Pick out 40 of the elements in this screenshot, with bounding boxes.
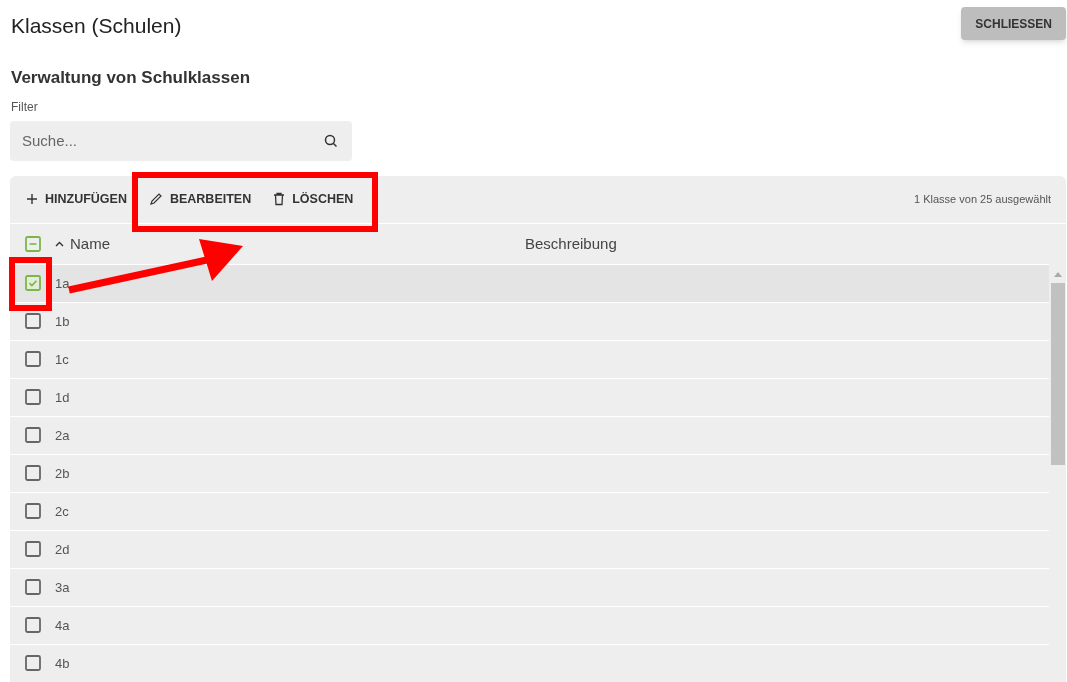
class-name: 1b xyxy=(55,312,70,331)
checkbox[interactable] xyxy=(25,275,41,292)
class-name: 1d xyxy=(55,388,70,407)
checkbox[interactable] xyxy=(25,313,41,330)
checkbox[interactable] xyxy=(25,655,41,672)
pencil-icon xyxy=(148,192,163,207)
highlight-frame xyxy=(9,257,52,311)
toolbar-button[interactable]: BEARBEITEN xyxy=(148,189,252,209)
toolbar-button[interactable]: LÖSCHEN xyxy=(273,189,354,209)
checkbox[interactable] xyxy=(25,465,41,482)
column-header[interactable]: Name xyxy=(70,232,110,255)
search-icon xyxy=(324,133,338,148)
checkbox[interactable] xyxy=(25,351,41,368)
checkbox[interactable] xyxy=(25,389,41,406)
class-name: 2b xyxy=(55,464,70,483)
checkbox[interactable] xyxy=(25,235,41,252)
checkbox[interactable] xyxy=(25,541,41,558)
checkbox[interactable] xyxy=(25,579,41,596)
column-header[interactable]: Beschreibung xyxy=(525,232,617,255)
class-name: 1c xyxy=(55,350,69,369)
class-name: 2a xyxy=(55,426,70,445)
class-name: 2c xyxy=(55,502,69,521)
class-name: 3a xyxy=(55,578,70,597)
filter-label: Filter xyxy=(11,98,38,116)
search-field[interactable]: Suche... xyxy=(10,120,352,161)
class-name: 1a xyxy=(55,274,70,293)
selection-count: 1 Klasse von 25 ausgewählt xyxy=(914,192,1051,207)
section-title: Verwaltung von Schulklassen xyxy=(11,66,252,88)
toolbar-button[interactable]: HINZUFÜGEN xyxy=(26,189,127,209)
close-button[interactable]: SCHLIESSEN xyxy=(961,7,1066,40)
class-name: 4b xyxy=(55,654,70,673)
scrollbar-thumb[interactable] xyxy=(1050,282,1065,465)
plus-icon xyxy=(26,193,38,206)
class-name: 4a xyxy=(55,616,70,635)
page-title: Klassen (Schulen) xyxy=(11,13,182,39)
checkbox[interactable] xyxy=(25,427,41,444)
checkbox[interactable] xyxy=(25,617,41,634)
checkbox[interactable] xyxy=(25,503,41,520)
trash-icon xyxy=(273,192,286,207)
class-name: 2d xyxy=(55,540,70,559)
